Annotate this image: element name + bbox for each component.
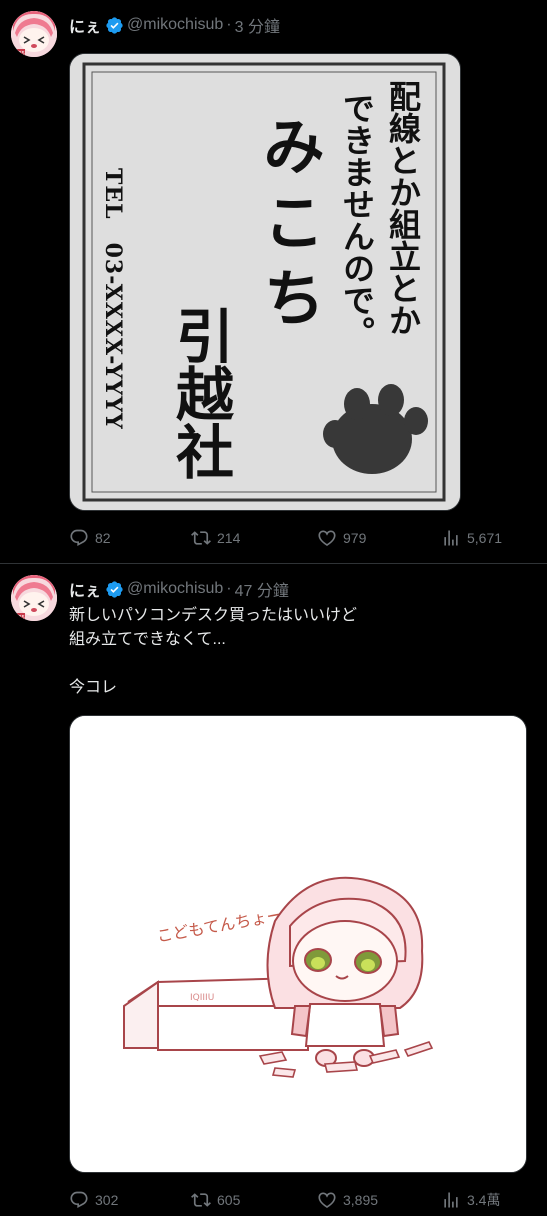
timestamp[interactable]: 47 分鐘 [235, 577, 289, 601]
views-button[interactable]: 3.4萬 [441, 1190, 500, 1210]
retweet-count: 605 [217, 1192, 241, 1208]
like-button[interactable]: 979 [317, 528, 366, 548]
tweet-actions: 82 214 979 5,671 [69, 528, 509, 548]
views-button[interactable]: 5,671 [441, 528, 502, 548]
handle[interactable]: @mikochisub [127, 580, 223, 598]
verified-badge-icon [106, 580, 123, 598]
separator-dot: · [226, 16, 232, 33]
tweet-image[interactable]: こどもてんちょー IQIIIU [69, 715, 527, 1173]
handle[interactable]: @mikochisub [127, 16, 223, 34]
heart-icon [318, 1192, 336, 1209]
reply-icon [70, 1191, 88, 1209]
separator-dot: · [226, 580, 232, 597]
retweet-icon [191, 531, 211, 545]
svg-text:35: 35 [19, 615, 25, 621]
view-count: 5,671 [467, 530, 503, 546]
reply-button[interactable]: 82 [69, 528, 111, 548]
heart-icon [318, 530, 336, 547]
tweet-image[interactable]: 配線とか組立とか できませんので。 みこち 引越社 TEL 03-XXXX-YY… [69, 53, 461, 511]
sign-tel: TEL 03-XXXX-YYYY [100, 168, 126, 430]
sign-company: 引越社 [166, 306, 234, 480]
sign-line-2: できませんので。 [338, 92, 376, 348]
tweet-header: にぇ @mikochisub · 47 分鐘 [69, 577, 289, 601]
like-count: 979 [343, 530, 367, 546]
tweet-text: 新しいパソコンデスク買ったはいいけど 組み立てできなくて... 今コレ [69, 607, 358, 696]
retweet-icon [191, 1193, 211, 1207]
display-name[interactable]: にぇ [69, 577, 101, 601]
tweet-2[interactable]: 35 にぇ @mikochisub · 47 分鐘 新しいパソコンデスク買ったは… [0, 564, 547, 1216]
retweet-count: 214 [217, 530, 241, 546]
views-chart-icon [444, 530, 458, 546]
sign-name: みこち [252, 114, 325, 342]
tweet-actions: 302 605 3,895 3.4萬 [69, 1190, 509, 1210]
reply-count: 82 [95, 530, 111, 546]
views-chart-icon [444, 1192, 458, 1208]
tweet-header: にぇ @mikochisub · 3 分鐘 [69, 13, 280, 37]
timestamp[interactable]: 3 分鐘 [235, 13, 280, 37]
tweet-1[interactable]: 35 にぇ @mikochisub · 3 分鐘 配線とか組立とか できませんの… [0, 0, 547, 563]
sign-line-1: 配線とか組立とか [384, 80, 422, 336]
like-button[interactable]: 3,895 [317, 1190, 378, 1210]
display-name[interactable]: にぇ [69, 13, 101, 37]
avatar[interactable]: 35 [11, 11, 57, 57]
avatar[interactable]: 35 [11, 575, 57, 621]
retweet-button[interactable]: 605 [191, 1190, 240, 1210]
box-label: IQIIIU [190, 993, 214, 1003]
like-count: 3,895 [343, 1192, 379, 1208]
svg-text:35: 35 [19, 51, 25, 57]
reply-icon [70, 529, 88, 547]
retweet-button[interactable]: 214 [191, 528, 240, 548]
reply-count: 302 [95, 1192, 119, 1208]
view-count: 3.4萬 [467, 1192, 501, 1208]
verified-badge-icon [106, 16, 123, 34]
reply-button[interactable]: 302 [69, 1190, 118, 1210]
